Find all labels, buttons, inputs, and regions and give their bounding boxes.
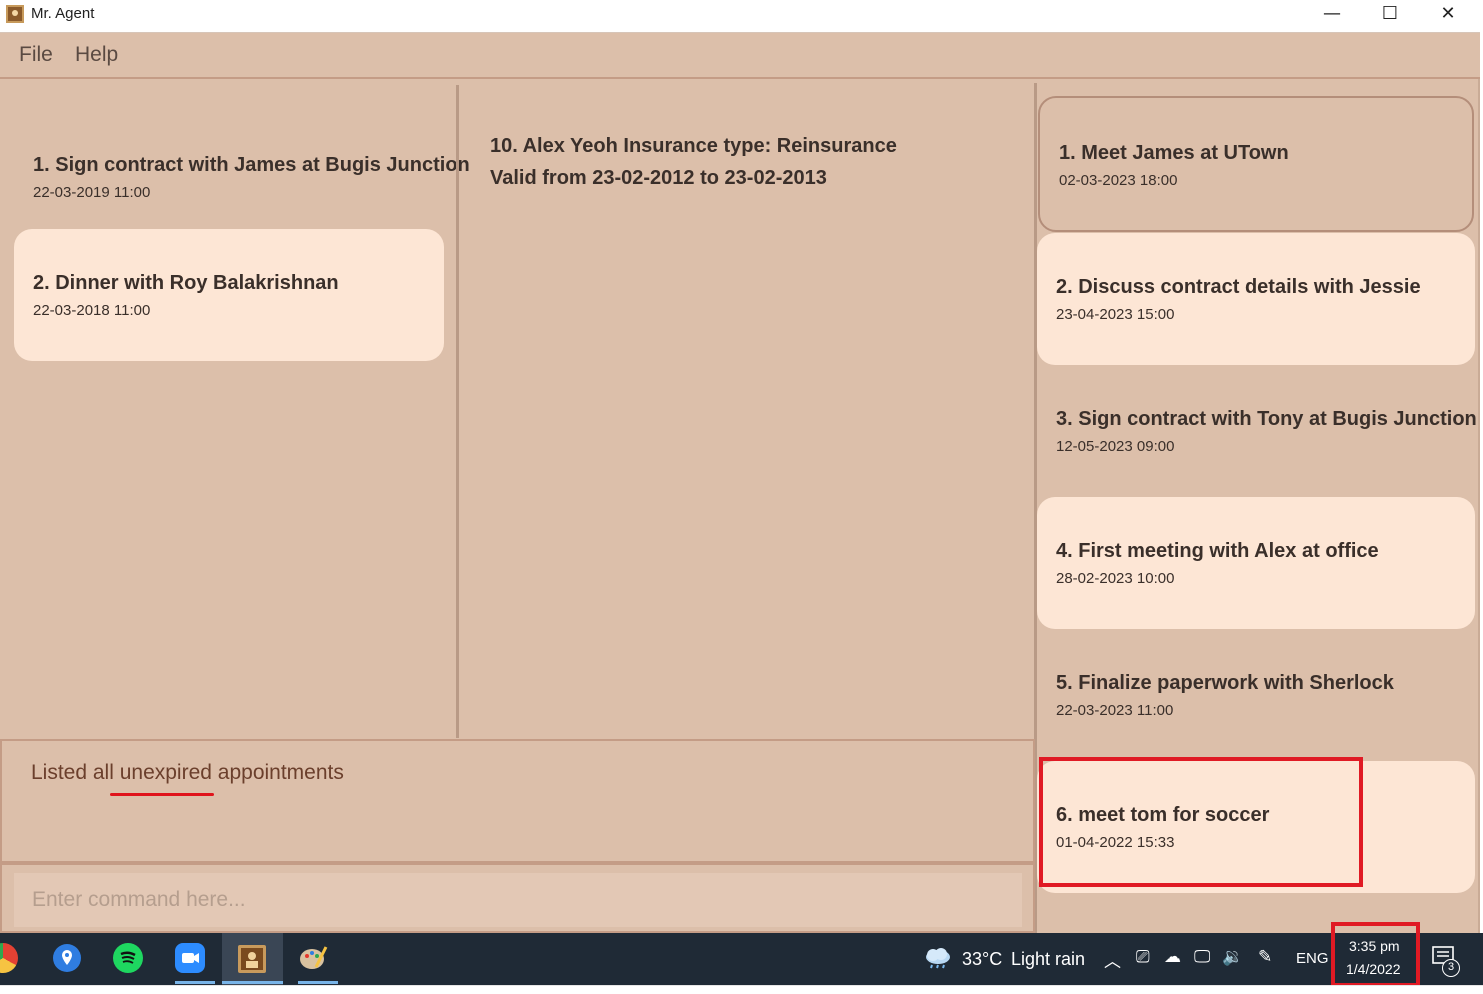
annotation-highlight-box — [1039, 757, 1363, 887]
pen-icon[interactable]: ✎ — [1258, 947, 1272, 967]
notification-badge: 3 — [1442, 959, 1460, 977]
appointment-title: 5. Finalize paperwork with Sherlock — [1056, 672, 1394, 694]
command-input[interactable] — [14, 873, 1022, 927]
appointment-title: 1. Meet James at UTown — [1059, 142, 1289, 164]
chevron-up-icon[interactable]: ︿ — [1104, 947, 1121, 972]
result-display: Listed all unexpired appointments — [0, 739, 1035, 863]
appointment-title: 2. Discuss contract details with Jessie — [1056, 276, 1421, 298]
chrome-icon[interactable] — [0, 943, 18, 973]
window-title: Mr. Agent — [31, 5, 95, 22]
client-validity: Valid from 23-02-2012 to 23-02-2013 — [490, 167, 827, 189]
spotify-icon[interactable] — [113, 943, 143, 973]
client-panel: 10. Alex Yeoh Insurance type: Reinsuranc… — [459, 83, 1034, 738]
volume-icon[interactable]: 🔉 — [1222, 947, 1243, 967]
cloud-rain-icon[interactable] — [924, 947, 952, 969]
maps-icon[interactable] — [52, 943, 82, 973]
close-button[interactable]: ✕ — [1419, 0, 1477, 30]
language-indicator[interactable]: ENG — [1296, 950, 1329, 967]
onedrive-cloud-icon[interactable]: ☁ — [1164, 947, 1181, 967]
title-bar: Mr. Agent — ☐ ✕ — [0, 0, 1480, 33]
event-title: 1. Sign contract with James at Bugis Jun… — [33, 154, 470, 176]
annotation-underline — [110, 793, 214, 796]
client-info: 10. Alex Yeoh Insurance type: Reinsuranc… — [490, 135, 897, 157]
network-icon[interactable]: 🖵 — [1194, 947, 1210, 967]
notification-count: 3 — [1448, 961, 1455, 973]
menu-file[interactable]: File — [19, 43, 53, 67]
appointment-date: 23-04-2023 15:00 — [1056, 306, 1175, 323]
event-card[interactable]: 1. Sign contract with James at Bugis Jun… — [14, 97, 470, 229]
appointment-date: 28-02-2023 10:00 — [1056, 570, 1175, 587]
event-date: 22-03-2019 11:00 — [33, 184, 151, 201]
maximize-button[interactable]: ☐ — [1361, 0, 1419, 30]
mr-agent-app-icon[interactable] — [238, 945, 266, 973]
weather-description[interactable]: Light rain — [1011, 949, 1085, 970]
appointment-date: 02-03-2023 18:00 — [1059, 172, 1178, 189]
zoom-running-indicator — [175, 981, 215, 984]
app-icon — [6, 5, 24, 23]
taskbar: 33°C Light rain ︿ ⎚ ☁ 🖵 🔉 ✎ ENG 3:35 pm … — [0, 922, 1483, 987]
appointment-title: 3. Sign contract with Tony at Bugis Junc… — [1056, 408, 1477, 430]
appointment-card[interactable]: 2. Discuss contract details with Jessie … — [1037, 233, 1475, 365]
paint-running-indicator — [298, 981, 338, 984]
weather-temperature[interactable]: 33°C — [962, 949, 1002, 970]
appointment-card[interactable]: 5. Finalize paperwork with Sherlock 22-0… — [1037, 629, 1475, 761]
event-card[interactable]: 2. Dinner with Roy Balakrishnan 22-03-20… — [14, 229, 444, 361]
appointment-date: 12-05-2023 09:00 — [1056, 438, 1175, 455]
appointment-date: 22-03-2023 11:00 — [1056, 702, 1174, 719]
appointment-card[interactable]: 1. Meet James at UTown 02-03-2023 18:00 — [1038, 96, 1474, 232]
minimize-button[interactable]: — — [1303, 0, 1361, 30]
bottom-edge — [0, 985, 1483, 994]
app-window: Mr. Agent — ☐ ✕ File Help 1. Sign contra… — [0, 0, 1480, 933]
appointment-card[interactable]: 3. Sign contract with Tony at Bugis Junc… — [1037, 365, 1477, 497]
meet-now-icon[interactable]: ⎚ — [1136, 947, 1150, 967]
menu-help[interactable]: Help — [75, 43, 118, 67]
event-list-panel: 1. Sign contract with James at Bugis Jun… — [0, 83, 470, 738]
zoom-icon[interactable] — [175, 943, 205, 973]
menu-bar: File Help — [0, 33, 1480, 79]
result-message: Listed all unexpired appointments — [31, 761, 344, 784]
paint-icon[interactable] — [298, 943, 328, 973]
event-title: 2. Dinner with Roy Balakrishnan — [33, 272, 339, 294]
command-box — [0, 863, 1035, 933]
mr-agent-running-indicator — [222, 981, 283, 984]
appointment-card[interactable]: 4. First meeting with Alex at office 28-… — [1037, 497, 1475, 629]
appointment-title: 4. First meeting with Alex at office — [1056, 540, 1379, 562]
annotation-clock-highlight — [1331, 922, 1420, 987]
event-date: 22-03-2018 11:00 — [33, 302, 151, 319]
